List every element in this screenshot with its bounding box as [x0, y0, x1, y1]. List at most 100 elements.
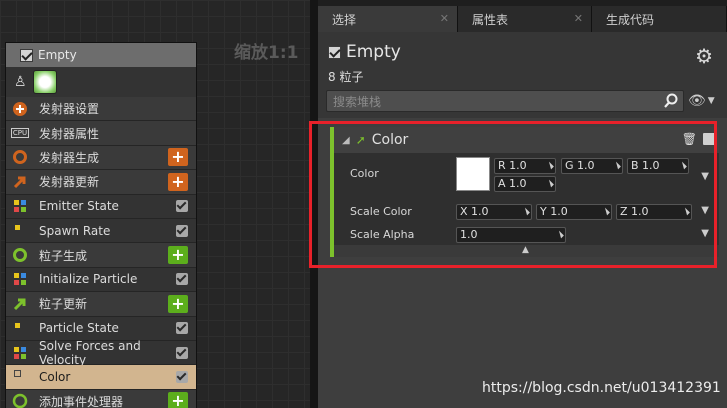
module-label: Spawn Rate [39, 223, 111, 238]
color-r-field[interactable]: R 1.0 [494, 158, 556, 174]
emitter-module-row[interactable]: Solve Forces and Velocity [6, 338, 196, 367]
emitter-module-row[interactable]: 发射器生成 + [6, 145, 196, 171]
module-label: 发射器设置 [39, 102, 100, 117]
chevron-down-icon: ▼ [707, 96, 715, 106]
update-arrow-icon [11, 174, 29, 190]
eye-icon: 👁 [688, 93, 706, 109]
tab-properties[interactable]: 属性表 ✕ [458, 6, 592, 32]
emitter-module-row[interactable]: 发射器更新 + [6, 170, 196, 195]
collapse-triangle-icon[interactable]: ◢ [342, 135, 350, 146]
emitter-module-row[interactable]: 粒子更新 + [6, 292, 196, 317]
chevron-down-icon[interactable]: ▼ [701, 228, 709, 239]
tab-generated-code[interactable]: 生成代码 [592, 6, 727, 32]
zoom-label: 缩放1:1 [234, 43, 299, 63]
add-module-button[interactable]: + [168, 392, 188, 408]
module-label: Color [39, 369, 71, 384]
module-enabled-checkbox[interactable] [703, 133, 715, 145]
emitter-title: Empty [38, 48, 77, 62]
close-icon[interactable]: ✕ [574, 12, 583, 25]
emitter-module-row[interactable]: 发射器设置 [6, 97, 196, 122]
module-label: 发射器更新 [39, 175, 100, 190]
emitter-module-row[interactable]: Spawn Rate [6, 218, 196, 244]
emitter-header[interactable]: Empty [6, 43, 196, 67]
color-label: Color [350, 167, 379, 180]
emitter-module-row[interactable]: Particle State [6, 316, 196, 341]
gear-icon[interactable]: ⚙ [695, 44, 713, 68]
tab-selection[interactable]: 选择 ✕ [318, 6, 458, 32]
add-module-button[interactable]: + [168, 246, 188, 265]
spawn-ring-icon [11, 149, 29, 165]
dots-icon [11, 198, 29, 214]
color-b-field[interactable]: B 1.0 [627, 158, 689, 174]
emitter-module-row[interactable]: 添加事件处理器 + [6, 389, 196, 408]
system-overview-graph[interactable]: 缩放1:1 Empty ♙ 发射器设置 CPU 发射器属性 发射器生成 + 发射器更新 + E… [0, 0, 310, 408]
module-label: 粒子生成 [39, 248, 88, 263]
dots-icon [11, 345, 29, 361]
module-label: 粒子更新 [39, 297, 88, 312]
module-enabled-checkbox[interactable] [176, 322, 188, 335]
module-label: 发射器生成 [39, 150, 100, 165]
add-module-button[interactable]: + [168, 294, 188, 313]
tab-label: 选择 [332, 12, 357, 27]
module-enabled-checkbox[interactable] [176, 346, 188, 359]
emitter-enabled-checkbox[interactable] [328, 45, 341, 59]
emitter-module-row[interactable]: Color [6, 365, 196, 390]
color-a-field[interactable]: A 1.0 [494, 176, 556, 192]
emitter-module-list: 发射器设置 CPU 发射器属性发射器生成 + 发射器更新 + Emitter State Sp… [6, 97, 196, 408]
color-module: ◢ ➚ Color 🗑 Color R 1.0 G 1.0 B 1.0 A 1.… [330, 127, 719, 257]
add-module-button[interactable]: + [168, 172, 188, 191]
module-label: Emitter State [39, 199, 119, 214]
update-arrow-green-icon [11, 296, 29, 312]
emitter-module-row[interactable]: Initialize Particle [6, 267, 196, 293]
emitter-settings-icon [11, 101, 29, 117]
emitter-thumbnail [32, 70, 57, 94]
trash-icon[interactable]: 🗑 [682, 132, 697, 146]
color-g-field[interactable]: G 1.0 [561, 158, 623, 174]
event-icon [11, 393, 29, 408]
emitter-node[interactable]: Empty ♙ 发射器设置 CPU 发射器属性发射器生成 + 发射器更新 + Emitter… [5, 42, 197, 408]
module-label: Particle State [39, 321, 119, 336]
update-arrow-icon: ➚ [355, 133, 366, 147]
tab-label: 生成代码 [606, 12, 655, 27]
search-stack-input[interactable]: 搜索堆栈 [326, 90, 684, 112]
search-icon[interactable] [663, 93, 679, 109]
emitter-module-row[interactable]: 粒子生成 + [6, 243, 196, 268]
scale-alpha-label: Scale Alpha [350, 228, 415, 241]
module-enabled-checkbox[interactable] [176, 224, 188, 237]
tab-label: 属性表 [472, 12, 509, 27]
details-title: Empty [346, 42, 401, 62]
emitter-thumbnail-row: ♙ [6, 67, 196, 97]
scale-color-z-field[interactable]: Z 1.0 [616, 204, 692, 220]
visibility-dropdown[interactable]: 👁 ▼ [688, 93, 715, 109]
scale-color-label: Scale Color [350, 205, 412, 218]
particle-count: 8 粒子 [328, 70, 364, 84]
cpu-icon: CPU [10, 128, 30, 139]
dots-icon [11, 271, 29, 287]
selection-details-panel: Empty ⚙ 8 粒子 搜索堆栈 👁 ▼ ◢ ➚ Color 🗑 Color … [318, 32, 727, 408]
chevron-down-icon[interactable]: ▼ [701, 171, 709, 182]
chevron-down-icon[interactable]: ▼ [701, 205, 709, 216]
module-enabled-checkbox[interactable] [176, 370, 188, 383]
emitter-module-row[interactable]: CPU 发射器属性 [6, 121, 196, 146]
module-label: Initialize Particle [39, 272, 138, 287]
module-label: 发射器属性 [39, 126, 100, 141]
empty-square-icon [11, 369, 29, 385]
panel-splitter[interactable] [310, 0, 318, 408]
module-label: Solve Forces and Velocity [39, 338, 141, 367]
color-swatch[interactable] [456, 157, 490, 191]
scale-color-x-field[interactable]: X 1.0 [456, 204, 532, 220]
scale-alpha-field[interactable]: 1.0 [456, 227, 566, 243]
scale-color-y-field[interactable]: Y 1.0 [536, 204, 612, 220]
dot-icon [11, 223, 29, 239]
emitter-module-row[interactable]: Emitter State [6, 194, 196, 219]
spawn-ring-green-icon [11, 247, 29, 263]
module-enabled-checkbox[interactable] [176, 200, 188, 213]
add-module-button[interactable]: + [168, 148, 188, 167]
search-placeholder: 搜索堆栈 [333, 94, 382, 109]
close-icon[interactable]: ✕ [440, 12, 449, 25]
module-collapse-bar[interactable]: ▲ [334, 245, 719, 257]
module-enabled-checkbox[interactable] [176, 273, 188, 286]
emitter-enabled-checkbox[interactable] [20, 48, 33, 62]
watermark: https://blog.csdn.net/u013412391 [482, 380, 721, 396]
color-module-header[interactable]: ◢ ➚ Color 🗑 [334, 127, 719, 153]
